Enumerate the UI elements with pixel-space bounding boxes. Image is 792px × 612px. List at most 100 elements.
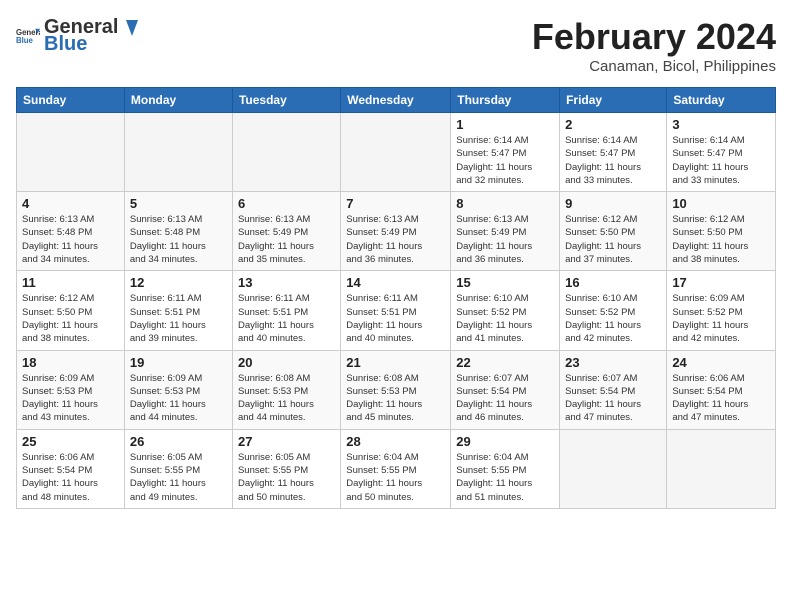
calendar-cell: 16 Sunrise: 6:10 AM Sunset: 5:52 PM Dayli…	[560, 271, 667, 350]
calendar-cell: 26Sunrise: 6:05 AM Sunset: 5:55 PM Dayli…	[124, 429, 232, 508]
day-info: Sunrise: 6:09 AM Sunset: 5:53 PM Dayligh…	[130, 372, 227, 425]
logo-arrow-icon	[120, 20, 138, 36]
day-number: 1	[456, 117, 554, 132]
day-number: 19	[130, 355, 227, 370]
col-header-sunday: Sunday	[17, 88, 125, 113]
calendar-cell: 12 Sunrise: 6:11 AM Sunset: 5:51 PM Dayli…	[124, 271, 232, 350]
calendar-cell	[124, 113, 232, 192]
calendar-cell	[341, 113, 451, 192]
day-number: 23	[565, 355, 661, 370]
day-info: Sunrise: 6:09 AM Sunset: 5:52 PM Dayligh…	[672, 292, 770, 345]
day-info: Sunrise: 6:07 AM Sunset: 5:54 PM Dayligh…	[456, 372, 554, 425]
calendar-cell: 8 Sunrise: 6:13 AM Sunset: 5:49 PM Daylig…	[451, 192, 560, 271]
day-info: Sunrise: 6:08 AM Sunset: 5:53 PM Dayligh…	[238, 372, 335, 425]
calendar-cell: 22 Sunrise: 6:07 AM Sunset: 5:54 PM Dayli…	[451, 350, 560, 429]
col-header-thursday: Thursday	[451, 88, 560, 113]
month-year-title: February 2024	[532, 16, 776, 58]
day-info: Sunrise: 6:04 AM Sunset: 5:55 PM Dayligh…	[456, 451, 554, 504]
day-number: 16	[565, 275, 661, 290]
header: General Blue General Blue February 2024 …	[16, 16, 776, 75]
day-info: Sunrise: 6:14 AM Sunset: 5:47 PM Dayligh…	[456, 134, 554, 187]
calendar-cell: 17 Sunrise: 6:09 AM Sunset: 5:52 PM Dayli…	[667, 271, 776, 350]
day-number: 15	[456, 275, 554, 290]
calendar-cell: 10 Sunrise: 6:12 AM Sunset: 5:50 PM Dayli…	[667, 192, 776, 271]
calendar-cell: 14Sunrise: 6:11 AM Sunset: 5:51 PM Dayli…	[341, 271, 451, 350]
day-number: 8	[456, 196, 554, 211]
calendar-cell: 6 Sunrise: 6:13 AM Sunset: 5:49 PM Daylig…	[232, 192, 340, 271]
calendar-header-row: SundayMondayTuesdayWednesdayThursdayFrid…	[17, 88, 776, 113]
location-subtitle: Canaman, Bicol, Philippines	[532, 58, 776, 75]
calendar-cell: 5Sunrise: 6:13 AM Sunset: 5:48 PM Daylig…	[124, 192, 232, 271]
calendar-cell	[17, 113, 125, 192]
day-number: 9	[565, 196, 661, 211]
calendar-cell: 11 Sunrise: 6:12 AM Sunset: 5:50 PM Dayli…	[17, 271, 125, 350]
calendar-week-row: 11 Sunrise: 6:12 AM Sunset: 5:50 PM Dayli…	[17, 271, 776, 350]
calendar-cell: 27 Sunrise: 6:05 AM Sunset: 5:55 PM Dayli…	[232, 429, 340, 508]
day-number: 3	[672, 117, 770, 132]
day-number: 22	[456, 355, 554, 370]
day-number: 5	[130, 196, 227, 211]
day-info: Sunrise: 6:13 AM Sunset: 5:49 PM Dayligh…	[456, 213, 554, 266]
day-number: 7	[346, 196, 445, 211]
day-info: Sunrise: 6:12 AM Sunset: 5:50 PM Dayligh…	[22, 292, 119, 345]
day-info: Sunrise: 6:12 AM Sunset: 5:50 PM Dayligh…	[565, 213, 661, 266]
day-info: Sunrise: 6:10 AM Sunset: 5:52 PM Dayligh…	[565, 292, 661, 345]
day-number: 17	[672, 275, 770, 290]
day-info: Sunrise: 6:11 AM Sunset: 5:51 PM Dayligh…	[238, 292, 335, 345]
day-number: 2	[565, 117, 661, 132]
col-header-saturday: Saturday	[667, 88, 776, 113]
generalblue-logo-icon: General Blue	[16, 26, 40, 46]
day-info: Sunrise: 6:07 AM Sunset: 5:54 PM Dayligh…	[565, 372, 661, 425]
day-number: 26	[130, 434, 227, 449]
calendar-cell	[667, 429, 776, 508]
calendar-cell	[232, 113, 340, 192]
day-number: 18	[22, 355, 119, 370]
title-section: February 2024 Canaman, Bicol, Philippine…	[532, 16, 776, 75]
calendar-cell: 7Sunrise: 6:13 AM Sunset: 5:49 PM Daylig…	[341, 192, 451, 271]
col-header-friday: Friday	[560, 88, 667, 113]
col-header-tuesday: Tuesday	[232, 88, 340, 113]
calendar-cell: 29 Sunrise: 6:04 AM Sunset: 5:55 PM Dayli…	[451, 429, 560, 508]
day-number: 25	[22, 434, 119, 449]
day-info: Sunrise: 6:06 AM Sunset: 5:54 PM Dayligh…	[672, 372, 770, 425]
day-number: 21	[346, 355, 445, 370]
calendar-cell: 2 Sunrise: 6:14 AM Sunset: 5:47 PM Daylig…	[560, 113, 667, 192]
day-number: 29	[456, 434, 554, 449]
day-number: 13	[238, 275, 335, 290]
calendar-week-row: 1 Sunrise: 6:14 AM Sunset: 5:47 PM Daylig…	[17, 113, 776, 192]
calendar-cell: 20 Sunrise: 6:08 AM Sunset: 5:53 PM Dayli…	[232, 350, 340, 429]
calendar-table: SundayMondayTuesdayWednesdayThursdayFrid…	[16, 87, 776, 509]
col-header-wednesday: Wednesday	[341, 88, 451, 113]
day-number: 27	[238, 434, 335, 449]
calendar-cell: 24 Sunrise: 6:06 AM Sunset: 5:54 PM Dayli…	[667, 350, 776, 429]
calendar-cell: 3Sunrise: 6:14 AM Sunset: 5:47 PM Daylig…	[667, 113, 776, 192]
day-info: Sunrise: 6:13 AM Sunset: 5:49 PM Dayligh…	[238, 213, 335, 266]
day-info: Sunrise: 6:13 AM Sunset: 5:48 PM Dayligh…	[22, 213, 119, 266]
calendar-cell: 19 Sunrise: 6:09 AM Sunset: 5:53 PM Dayli…	[124, 350, 232, 429]
calendar-cell: 21 Sunrise: 6:08 AM Sunset: 5:53 PM Dayli…	[341, 350, 451, 429]
day-info: Sunrise: 6:14 AM Sunset: 5:47 PM Dayligh…	[565, 134, 661, 187]
calendar-cell: 15 Sunrise: 6:10 AM Sunset: 5:52 PM Dayli…	[451, 271, 560, 350]
calendar-cell: 1 Sunrise: 6:14 AM Sunset: 5:47 PM Daylig…	[451, 113, 560, 192]
day-number: 4	[22, 196, 119, 211]
day-info: Sunrise: 6:12 AM Sunset: 5:50 PM Dayligh…	[672, 213, 770, 266]
calendar-cell: 18Sunrise: 6:09 AM Sunset: 5:53 PM Dayli…	[17, 350, 125, 429]
calendar-week-row: 18 Sunrise: 6:09 AM Sunset: 5:53 PM Dayli…	[17, 350, 776, 429]
day-number: 11	[22, 275, 119, 290]
day-info: Sunrise: 6:05 AM Sunset: 5:55 PM Dayligh…	[238, 451, 335, 504]
day-number: 12	[130, 275, 227, 290]
day-number: 10	[672, 196, 770, 211]
day-info: Sunrise: 6:10 AM Sunset: 5:52 PM Dayligh…	[456, 292, 554, 345]
day-info: Sunrise: 6:08 AM Sunset: 5:53 PM Dayligh…	[346, 372, 445, 425]
col-header-monday: Monday	[124, 88, 232, 113]
day-number: 24	[672, 355, 770, 370]
calendar-cell: 28Sunrise: 6:04 AM Sunset: 5:55 PM Dayli…	[341, 429, 451, 508]
day-info: Sunrise: 6:11 AM Sunset: 5:51 PM Dayligh…	[130, 292, 227, 345]
day-info: Sunrise: 6:04 AM Sunset: 5:55 PM Dayligh…	[346, 451, 445, 504]
day-number: 20	[238, 355, 335, 370]
day-info: Sunrise: 6:06 AM Sunset: 5:54 PM Dayligh…	[22, 451, 119, 504]
svg-text:Blue: Blue	[16, 36, 34, 45]
day-number: 6	[238, 196, 335, 211]
calendar-cell: 9 Sunrise: 6:12 AM Sunset: 5:50 PM Daylig…	[560, 192, 667, 271]
calendar-cell	[560, 429, 667, 508]
